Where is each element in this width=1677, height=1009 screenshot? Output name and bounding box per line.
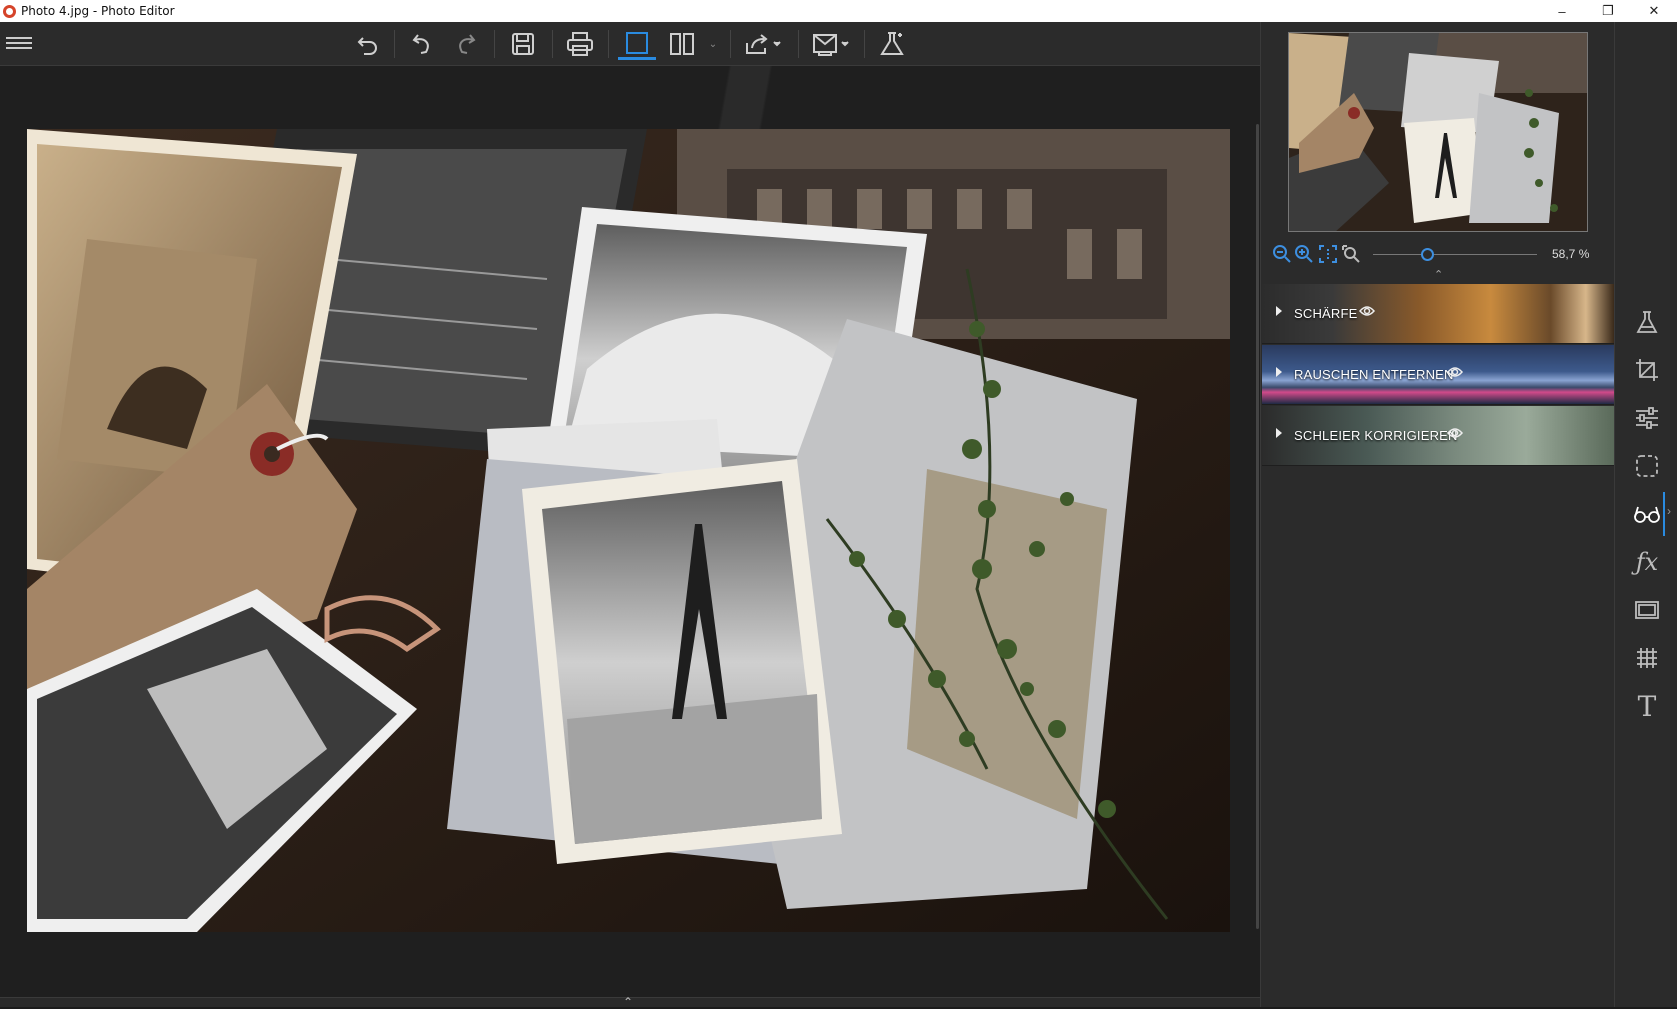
visibility-eye-icon[interactable] (1447, 365, 1463, 377)
text-icon: T (1637, 689, 1657, 723)
app-logo-icon (3, 4, 16, 18)
expand-panel-chevron-icon[interactable]: › (1667, 504, 1671, 518)
zoom-slider[interactable] (1373, 248, 1537, 261)
print-icon (567, 32, 593, 56)
adjustment-haze-correction[interactable]: SCHLEIER KORRIGIEREN (1262, 406, 1614, 466)
sliders-icon (1636, 407, 1658, 429)
zoom-slider-thumb[interactable] (1420, 248, 1434, 261)
filmstrip-toggle-bar[interactable]: ⌃ (0, 995, 1260, 1009)
flask-icon (880, 32, 904, 55)
actual-size-button[interactable] (1341, 244, 1361, 264)
adjustment-panel: 58,7 % ⌃ SCHÄRFE RAUSCHEN ENTFERNEN SCHL… (1260, 22, 1614, 1007)
expand-arrow-icon (1276, 428, 1282, 438)
canvas-scrollbar[interactable] (1256, 124, 1259, 929)
tool-adjust[interactable] (1631, 402, 1663, 434)
hamburger-menu-icon[interactable] (6, 34, 32, 54)
zoom-value: 58,7 % (1552, 247, 1590, 261)
restore-button[interactable]: ❐ (1585, 0, 1631, 22)
redo-button[interactable] (450, 28, 482, 60)
title-bar: Photo 4.jpg - Photo Editor – ❐ ✕ (0, 0, 1677, 22)
navigator-preview[interactable] (1288, 32, 1588, 232)
zoom-out-icon (1273, 245, 1291, 263)
fit-to-window-icon (1319, 245, 1337, 263)
background-swoosh (620, 66, 880, 136)
single-view-icon (626, 31, 648, 54)
adjustment-label: RAUSCHEN ENTFERNEN (1294, 367, 1454, 382)
lab-button[interactable] (876, 28, 908, 60)
frame-icon (1635, 601, 1659, 619)
main-toolbar: ⌄ (0, 22, 1260, 66)
visibility-eye-icon[interactable] (1359, 304, 1375, 316)
fit-to-window-button[interactable] (1318, 244, 1338, 264)
actual-size-icon (1342, 245, 1360, 263)
tool-lab[interactable] (1631, 306, 1663, 338)
export-button[interactable] (810, 28, 852, 60)
adjustment-label: SCHLEIER KORRIGIEREN (1294, 428, 1458, 443)
navigator-thumbnail (1289, 33, 1587, 231)
close-button[interactable]: ✕ (1631, 0, 1677, 22)
undo-all-icon (357, 37, 377, 55)
tool-category-strip: › ƒx T (1614, 22, 1677, 1007)
flask-icon (1636, 311, 1658, 333)
split-view-icon (670, 33, 694, 55)
photo-illustration (27, 129, 1230, 932)
save-icon (512, 33, 534, 55)
adjustment-label: SCHÄRFE (1294, 306, 1358, 321)
undo-all-button[interactable] (352, 28, 384, 60)
active-tool-indicator (1663, 492, 1665, 536)
image-canvas[interactable] (0, 66, 1260, 997)
tool-detail[interactable] (1631, 498, 1663, 530)
undo-button[interactable] (406, 28, 438, 60)
zoom-controls: 58,7 % (1261, 244, 1615, 264)
tool-crop[interactable] (1631, 354, 1663, 386)
crop-icon (1636, 359, 1658, 381)
adjustment-sharpness[interactable]: SCHÄRFE (1262, 284, 1614, 344)
undo-icon (412, 34, 429, 54)
glasses-icon (1634, 506, 1660, 523)
share-button[interactable] (743, 28, 783, 60)
export-icon (813, 34, 849, 56)
save-button[interactable] (507, 28, 539, 60)
expand-arrow-icon (1276, 306, 1282, 316)
zoom-out-button[interactable] (1272, 244, 1292, 264)
tool-text[interactable]: T (1631, 689, 1663, 723)
adjustment-noise-reduction[interactable]: RAUSCHEN ENTFERNEN (1262, 345, 1614, 405)
visibility-eye-icon[interactable] (1447, 426, 1463, 438)
single-view-button[interactable] (618, 28, 656, 60)
tool-frame[interactable] (1631, 594, 1663, 626)
compare-view-button[interactable] (664, 28, 700, 60)
print-button[interactable] (564, 28, 596, 60)
texture-grid-icon (1637, 648, 1657, 668)
share-icon (746, 34, 781, 54)
view-dropdown-chevron-icon[interactable]: ⌄ (706, 28, 720, 60)
tool-texture[interactable] (1631, 642, 1663, 674)
selection-icon (1636, 455, 1658, 477)
fx-icon: ƒx (1635, 548, 1659, 576)
redo-icon (459, 34, 476, 54)
tool-effects[interactable]: ƒx (1631, 546, 1663, 578)
zoom-in-button[interactable] (1294, 244, 1314, 264)
minimize-button[interactable]: – (1539, 0, 1585, 22)
zoom-in-icon (1295, 245, 1313, 263)
expand-arrow-icon (1276, 367, 1282, 377)
collapse-navigator-icon[interactable]: ⌃ (1434, 268, 1443, 281)
tool-selection[interactable] (1631, 450, 1663, 482)
window-title: Photo 4.jpg - Photo Editor (21, 4, 175, 18)
main-photo[interactable] (27, 129, 1230, 932)
